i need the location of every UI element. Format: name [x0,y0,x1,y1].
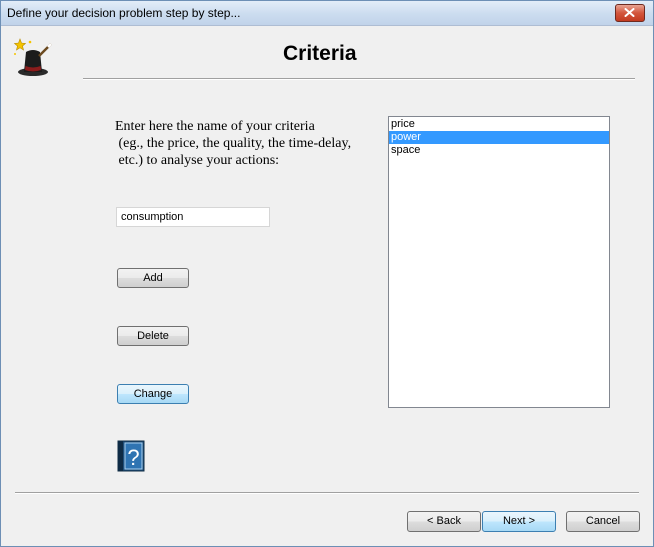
delete-button[interactable]: Delete [117,326,189,346]
instructions-text: Enter here the name of your criteria (eg… [115,118,377,169]
list-item[interactable]: price [389,118,609,131]
wizard-window: Define your decision problem step by ste… [0,0,654,547]
magic-hat-icon [13,38,52,76]
instructions-line-3: etc.) to analyse your actions: [115,153,280,168]
list-item-selected[interactable]: power [389,131,609,144]
title-bar[interactable]: Define your decision problem step by ste… [1,1,653,26]
close-button[interactable] [615,4,645,22]
next-button[interactable]: Next > [482,511,556,532]
footer-divider [15,492,639,494]
list-item[interactable]: space [389,144,609,157]
svg-text:?: ? [127,445,139,470]
help-book-icon[interactable]: ? [117,440,145,472]
cancel-button[interactable]: Cancel [566,511,640,532]
instructions-line-1: Enter here the name of your criteria [115,119,315,134]
page-title: Criteria [283,42,357,65]
change-button[interactable]: Change [117,384,189,404]
header-divider [83,78,635,80]
criterion-name-input[interactable]: consumption [116,207,270,227]
close-icon [624,8,635,17]
back-button[interactable]: < Back [407,511,481,532]
window-title: Define your decision problem step by ste… [7,6,241,20]
add-button[interactable]: Add [117,268,189,288]
criteria-list[interactable]: price power space [388,116,610,408]
instructions-line-2: (eg., the price, the quality, the time-d… [115,136,352,151]
wizard-content: Criteria Enter here the name of your cri… [1,26,653,546]
